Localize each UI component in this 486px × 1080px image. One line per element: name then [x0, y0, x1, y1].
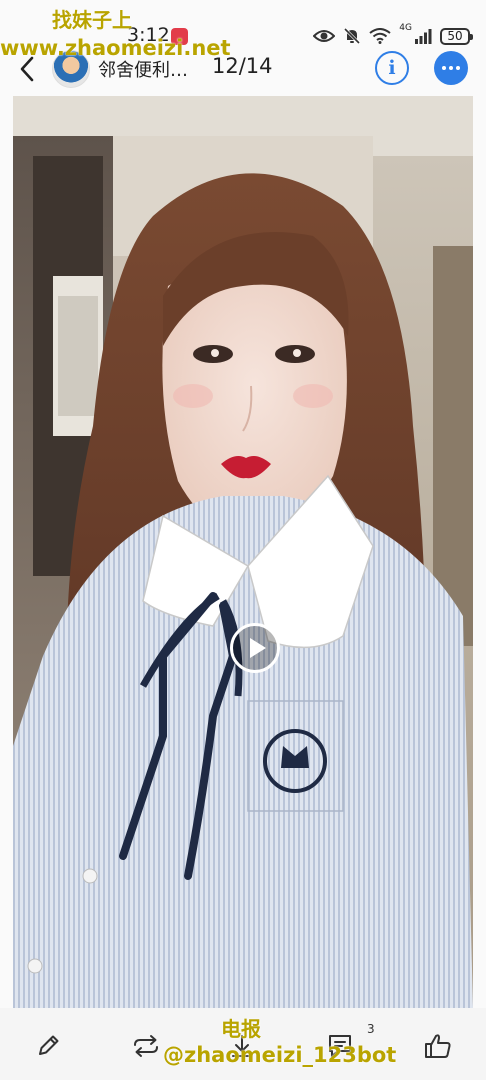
- wifi-icon: [369, 28, 391, 44]
- download-button[interactable]: [222, 1026, 262, 1066]
- mute-bell-icon: [344, 27, 361, 45]
- comment-icon: [329, 1035, 351, 1057]
- header-bar: 邻舍便利… 12/14 i: [0, 48, 486, 92]
- battery-level: 50: [447, 29, 463, 43]
- pencil-icon: [39, 1035, 59, 1055]
- avatar[interactable]: [52, 50, 90, 88]
- play-button[interactable]: [230, 623, 280, 673]
- info-button[interactable]: i: [375, 51, 409, 85]
- app-notification-icon: [171, 28, 188, 45]
- more-button[interactable]: [434, 51, 468, 85]
- signal-icon: [415, 29, 432, 44]
- bottom-toolbar: 3: [0, 1008, 486, 1080]
- eye-icon: [313, 30, 336, 42]
- comment-button[interactable]: [320, 1026, 360, 1066]
- back-button[interactable]: [12, 54, 42, 84]
- status-icons: 4G 50: [313, 23, 473, 47]
- thumbs-up-icon: [425, 1034, 451, 1058]
- more-dot: [449, 66, 453, 70]
- comment-count: 3: [367, 1022, 375, 1036]
- share-button[interactable]: [126, 1026, 166, 1066]
- status-time: 3:12: [127, 24, 170, 46]
- more-dot: [456, 66, 460, 70]
- video-frame[interactable]: [13, 96, 473, 1008]
- info-icon: i: [388, 57, 396, 79]
- like-button[interactable]: [418, 1026, 458, 1066]
- network-type: 4G: [399, 23, 412, 33]
- edit-button[interactable]: [28, 1026, 68, 1066]
- more-dot: [442, 66, 446, 70]
- battery-indicator: 50: [440, 27, 473, 45]
- chevron-left-icon: [20, 56, 34, 82]
- video-image: [13, 96, 473, 1008]
- page-counter: 12/14: [212, 54, 273, 78]
- download-icon: [232, 1035, 252, 1057]
- repost-icon: [134, 1035, 158, 1057]
- status-bar: 3:12 4G 50: [0, 0, 486, 48]
- screen: 3:12 4G 50 邻舍便利… 12/14 i 3 找妹子上 www.zhao…: [0, 0, 486, 1080]
- user-name[interactable]: 邻舍便利…: [98, 56, 202, 82]
